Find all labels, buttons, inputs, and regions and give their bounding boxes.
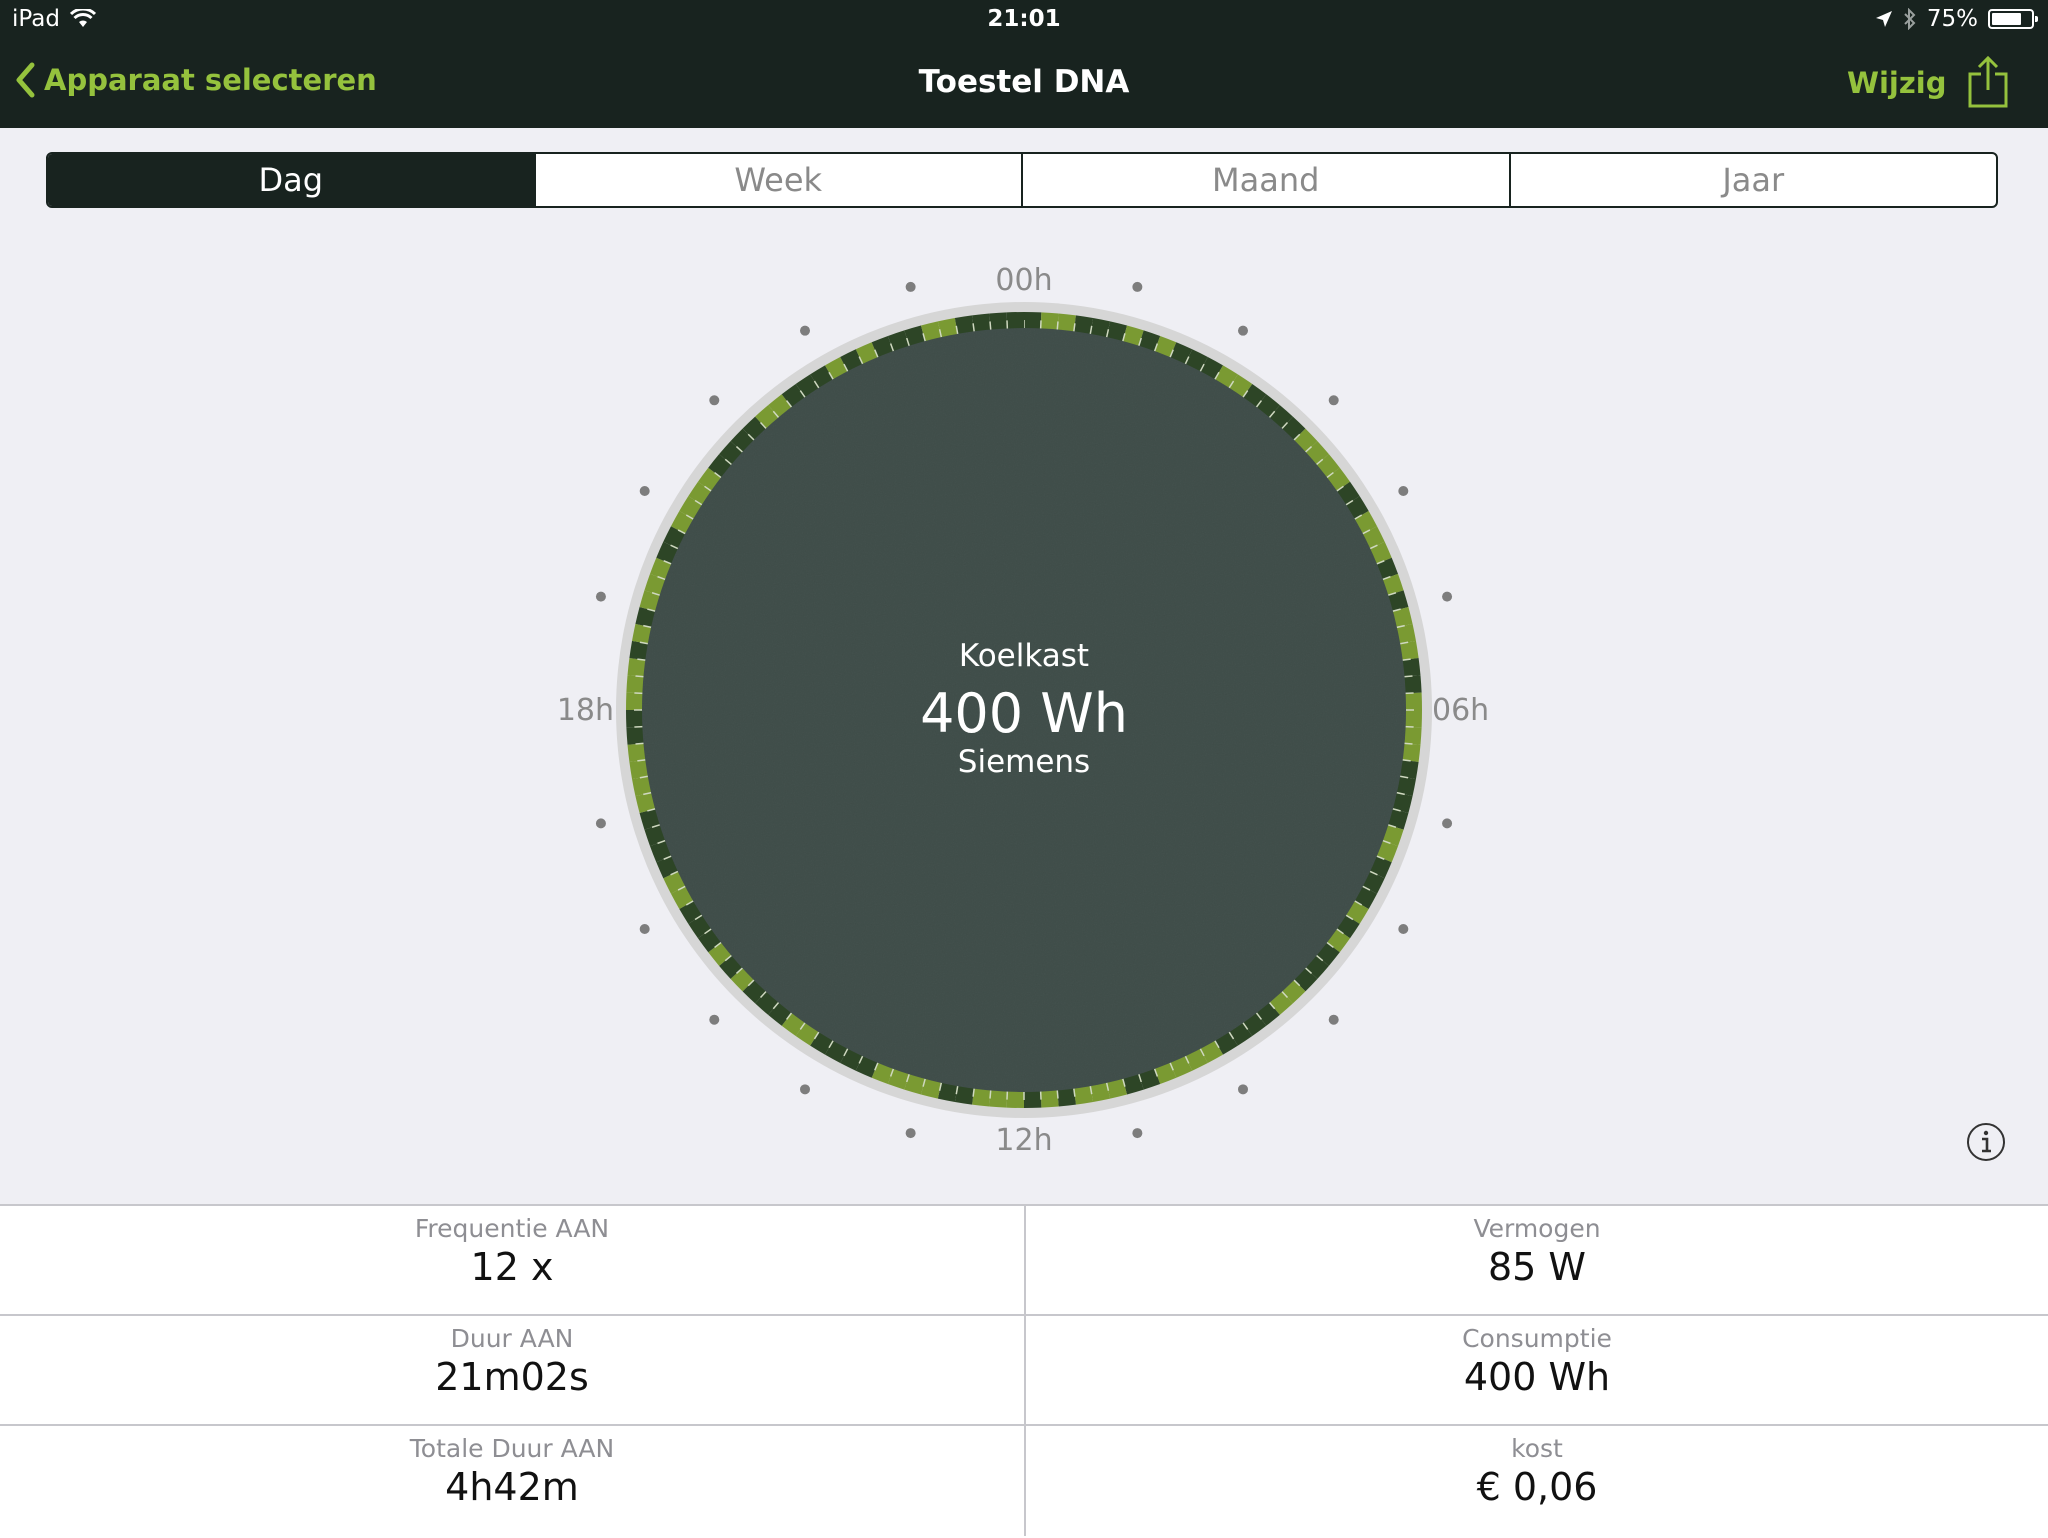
stat-value: 4h42m xyxy=(0,1465,1024,1509)
hour-dot xyxy=(709,395,719,405)
hour-label-12h: 12h xyxy=(995,1123,1052,1158)
usage-segment xyxy=(1041,312,1059,330)
usage-segment xyxy=(1404,675,1422,693)
usage-segment xyxy=(972,1088,991,1107)
hour-dot xyxy=(596,592,606,602)
usage-segment xyxy=(1405,693,1422,710)
usage-segment xyxy=(1024,312,1041,329)
stat-value: 12 x xyxy=(0,1245,1024,1289)
usage-tick xyxy=(990,321,991,330)
total-consumption: 400 Wh xyxy=(774,682,1274,745)
hour-dot xyxy=(800,1084,810,1094)
usage-tick xyxy=(1404,676,1413,677)
usage-segment xyxy=(628,658,647,677)
stat-value: 400 Wh xyxy=(1026,1355,2048,1399)
usage-segment xyxy=(626,710,643,727)
hour-dot xyxy=(1238,326,1248,336)
stat-label: Totale Duur AAN xyxy=(0,1426,1024,1463)
stat-label: Duur AAN xyxy=(0,1316,1024,1353)
stat-label: Consumptie xyxy=(1026,1316,2048,1353)
usage-tick xyxy=(990,1090,991,1099)
hour-label-18h: 18h xyxy=(557,693,614,728)
stat-duur: Duur AAN 21m02s xyxy=(0,1316,1024,1426)
hour-label-06h: 06h xyxy=(1432,693,1489,728)
hour-label-00h: 00h xyxy=(995,263,1052,298)
stat-value: 85 W xyxy=(1026,1245,2048,1289)
usage-segment xyxy=(628,743,647,762)
hour-dot xyxy=(1442,818,1452,828)
hour-dot xyxy=(1398,486,1408,496)
hour-dot xyxy=(1329,1015,1339,1025)
usage-segment xyxy=(1402,743,1421,762)
hour-dot xyxy=(1132,1128,1142,1138)
info-icon[interactable] xyxy=(1966,1122,2006,1162)
device-brand: Siemens xyxy=(774,744,1274,780)
usage-tick xyxy=(1057,321,1058,330)
hour-dot xyxy=(1329,395,1339,405)
usage-segment xyxy=(989,312,1007,330)
hour-dot xyxy=(800,326,810,336)
stat-value: 21m02s xyxy=(0,1355,1024,1399)
usage-segment xyxy=(989,1090,1007,1108)
usage-segment xyxy=(1024,1091,1041,1108)
stats-grid: Frequentie AAN 12 x Vermogen 85 W Duur A… xyxy=(0,1204,2048,1538)
stat-value: € 0,06 xyxy=(1026,1465,2048,1509)
usage-segment xyxy=(1041,1090,1059,1108)
hour-dot xyxy=(1442,592,1452,602)
stat-label: kost xyxy=(1026,1426,2048,1463)
hour-dot xyxy=(906,1128,916,1138)
stat-vermogen: Vermogen 85 W xyxy=(1024,1206,2048,1316)
usage-segment xyxy=(1007,1091,1024,1108)
hour-dot xyxy=(596,818,606,828)
usage-segment xyxy=(1404,727,1422,745)
usage-segment xyxy=(1405,710,1422,727)
usage-tick xyxy=(1404,743,1413,744)
usage-segment xyxy=(626,675,644,693)
usage-segment xyxy=(1057,314,1076,333)
hour-dot xyxy=(1238,1084,1248,1094)
usage-tick xyxy=(1057,1090,1058,1099)
hour-dot xyxy=(1398,924,1408,934)
usage-segment xyxy=(972,314,991,333)
usage-segment xyxy=(1402,658,1421,677)
usage-segment xyxy=(626,727,644,745)
stat-frequentie: Frequentie AAN 12 x xyxy=(0,1206,1024,1316)
hour-dot xyxy=(640,924,650,934)
daily-usage-clock: 00h 06h 12h 18h xyxy=(0,0,2048,1200)
stat-totale-duur: Totale Duur AAN 4h42m xyxy=(0,1426,1024,1536)
stat-label: Vermogen xyxy=(1026,1206,2048,1243)
usage-segment xyxy=(1007,312,1024,329)
stat-label: Frequentie AAN xyxy=(0,1206,1024,1243)
stat-consumptie: Consumptie 400 Wh xyxy=(1024,1316,2048,1426)
usage-tick xyxy=(635,676,644,677)
usage-tick xyxy=(635,743,644,744)
hour-dot xyxy=(1132,282,1142,292)
hour-dot xyxy=(640,486,650,496)
usage-segment xyxy=(1057,1088,1076,1107)
usage-segment xyxy=(626,693,643,710)
device-type: Koelkast xyxy=(774,638,1274,674)
stat-kost: kost € 0,06 xyxy=(1024,1426,2048,1536)
hour-dot xyxy=(709,1015,719,1025)
hour-dot xyxy=(906,282,916,292)
